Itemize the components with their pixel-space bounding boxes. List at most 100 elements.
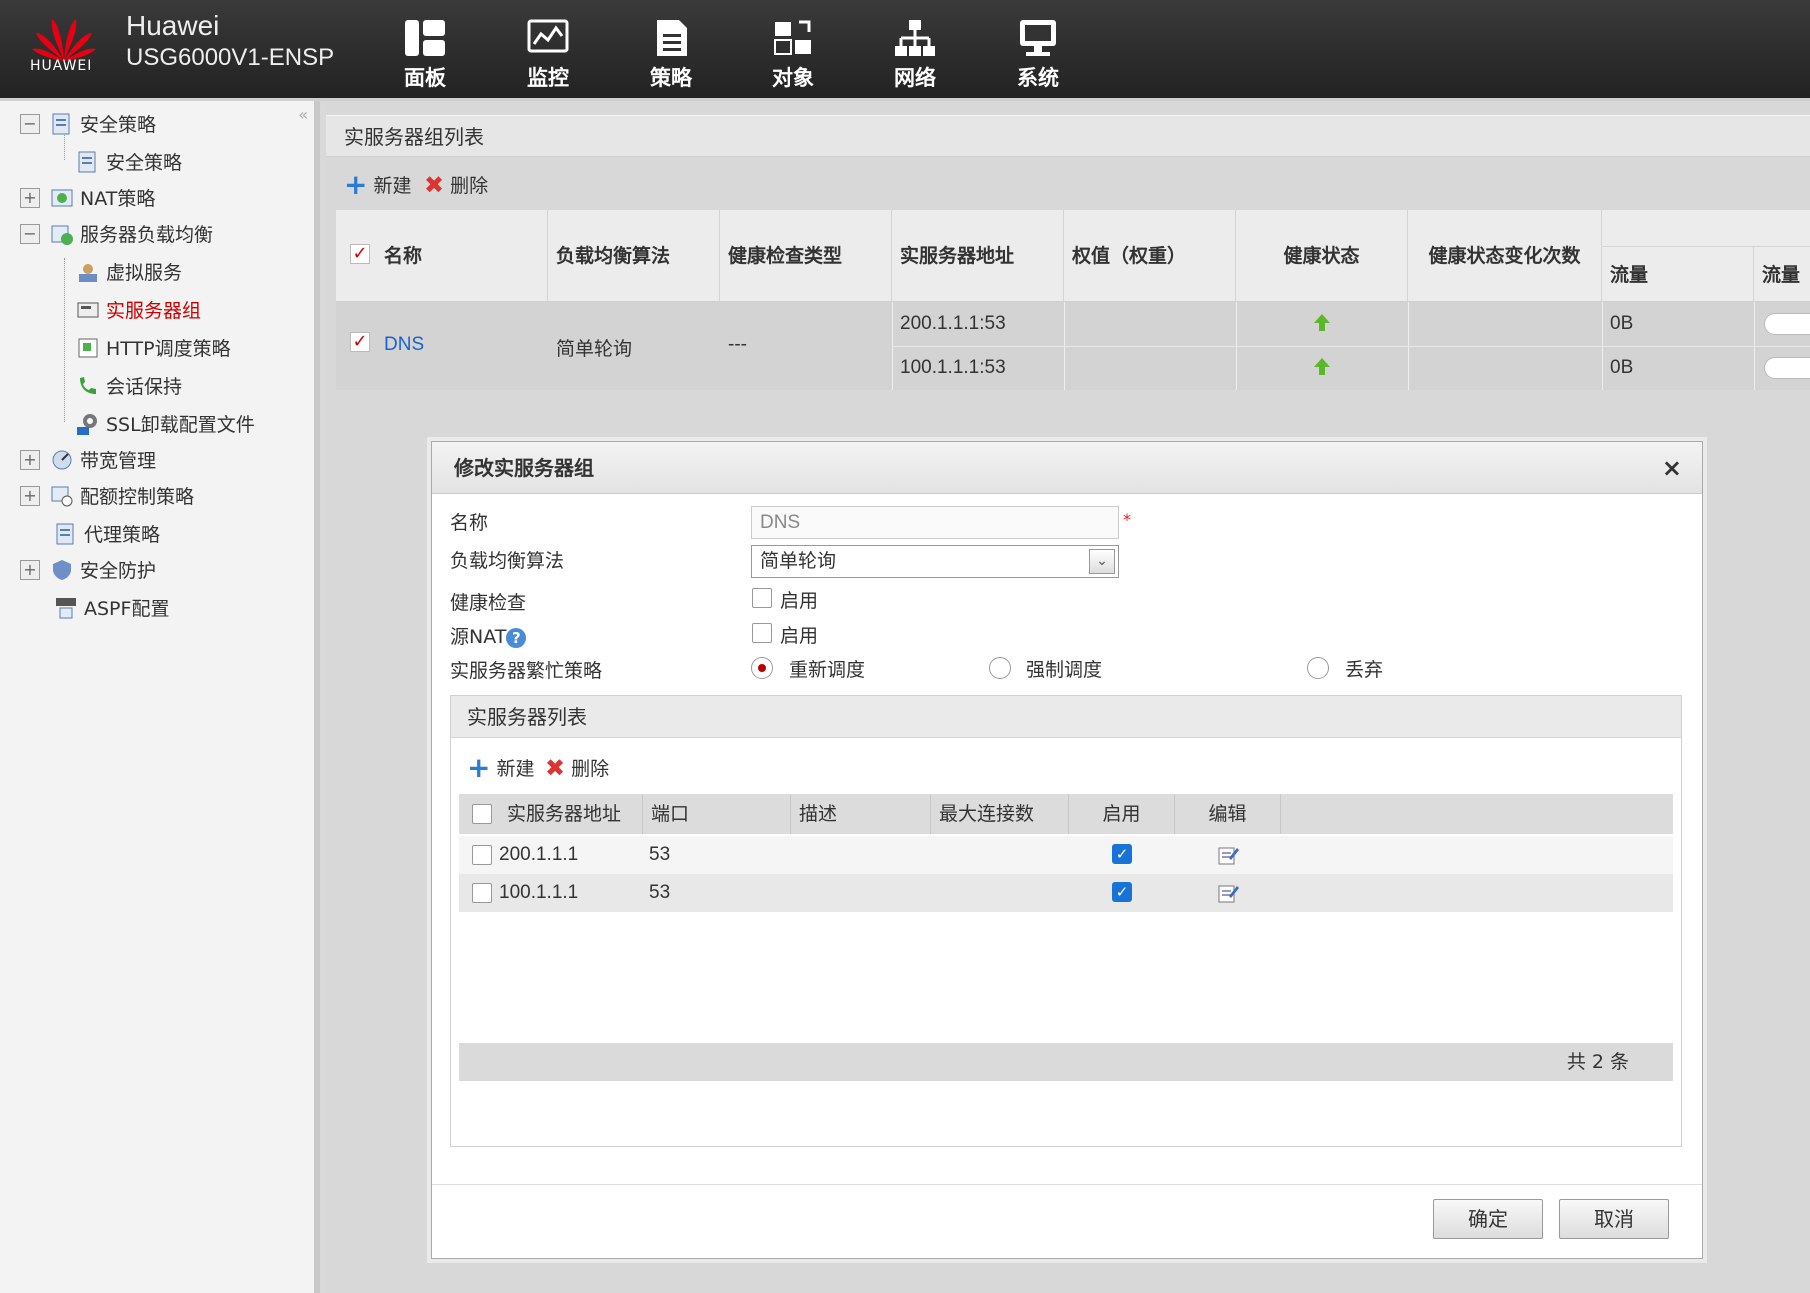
enabled-checkbox[interactable]: ✓ [1112,844,1132,864]
sub-panel-title: 实服务器列表 [451,696,1681,738]
group-name-link[interactable]: DNS [384,334,424,356]
algorithm-select[interactable]: 简单轮询 ⌄ [751,545,1119,578]
traffic-toggle[interactable] [1764,357,1810,379]
row-checkbox[interactable]: ✓ [350,332,370,352]
column-header[interactable]: 启用 [1069,794,1175,834]
row-checkbox[interactable] [472,845,492,865]
sidebar-item-security-policy-group[interactable]: − 安全策略 [20,110,156,137]
help-icon[interactable]: ? [506,627,527,648]
expand-icon[interactable]: + [20,559,40,580]
nav-object[interactable]: 对象 [743,18,843,92]
collapse-icon[interactable]: − [20,113,40,134]
cancel-button[interactable]: 取消 [1559,1199,1669,1239]
busy-radio-reschedule[interactable] [751,657,773,679]
sidebar-item-real-server-group[interactable]: 实服务器组 [76,296,201,323]
edit-icon[interactable] [1217,844,1239,866]
busy-radio-force[interactable] [989,657,1011,679]
name-field[interactable]: DNS [751,506,1119,539]
sidebar-item-aspf[interactable]: ASPF配置 [54,594,169,621]
sidebar-item-security-policy[interactable]: 安全策略 [76,148,182,175]
column-header[interactable]: 描述 [791,794,931,834]
sidebar-item-label: SSL卸载配置文件 [106,414,255,436]
ok-button[interactable]: 确定 [1433,1199,1543,1239]
column-header[interactable]: 健康检查类型 [720,210,892,302]
traffic-cell: 0B [1610,313,1634,334]
sidebar-item-security-protection[interactable]: + 安全防护 [20,556,156,583]
snat-checkbox[interactable] [752,623,772,643]
collapse-sidebar-icon[interactable]: « [298,105,308,124]
column-header[interactable]: 权值（权重） [1064,210,1236,302]
record-count: 共 2 条 [459,1043,1673,1081]
sidebar-item-proxy-policy[interactable]: 代理策略 [54,520,160,547]
expand-icon[interactable]: + [20,485,40,506]
nav-network[interactable]: 网络 [865,18,965,92]
nav-label: 网络 [894,66,936,90]
aspf-icon [56,597,76,618]
collapse-icon[interactable]: − [20,223,40,244]
sidebar-item-bandwidth[interactable]: + 带宽管理 [20,446,156,473]
busy-option-label: 强制调度 [1026,659,1103,681]
health-check-label: 健康检查 [450,592,527,614]
sidebar-item-session-persistence[interactable]: 会话保持 [76,372,182,399]
policy-icon [657,20,687,56]
tree-connector [64,258,65,422]
column-header[interactable]: 最大连接数 [931,794,1069,834]
quota-icon [51,486,73,506]
column-header[interactable]: 编辑 [1175,794,1281,834]
snat-label: 源NAT? [450,622,527,649]
sidebar-item-label: 带宽管理 [80,450,157,472]
column-header[interactable]: 流量 [1754,246,1810,302]
server-address-cell: 200.1.1.1:53 [900,313,1006,334]
http-policy-icon [78,338,98,357]
dialog-footer-divider [432,1184,1702,1185]
column-header[interactable]: 实服务器地址 [499,794,643,834]
row-checkbox[interactable] [472,883,492,903]
table-row[interactable]: 100.1.1.1 53 ✓ [459,874,1673,912]
select-all-checkbox[interactable]: ✓ [350,244,370,264]
delete-server-button[interactable]: ✖ 删除 [545,754,609,781]
table-row[interactable]: 200.1.1.1 53 ✓ [459,836,1673,874]
session-persistence-icon [80,376,96,394]
column-header[interactable]: 健康状态变化次数 [1408,210,1602,302]
sidebar-item-ssl-offload[interactable]: SSL卸载配置文件 [76,410,255,437]
nav-dashboard[interactable]: 面板 [375,18,475,92]
delete-icon: ✖ [424,170,445,199]
new-button[interactable]: + 新建 [344,170,411,198]
chevron-down-icon[interactable]: ⌄ [1089,549,1115,574]
close-icon[interactable]: × [1662,454,1682,482]
column-header[interactable]: 端口 [643,794,791,834]
sidebar-item-virtual-service[interactable]: 虚拟服务 [76,258,182,285]
edit-icon[interactable] [1217,882,1239,904]
sidebar-item-slb-group[interactable]: − 服务器负载均衡 [20,220,213,247]
plus-icon: + [467,750,491,784]
sidebar-item-quota[interactable]: + 配额控制策略 [20,482,194,509]
column-header[interactable]: 实服务器地址 [892,210,1064,302]
column-header[interactable]: 负载均衡算法 [548,210,720,302]
column-header[interactable]: 流量 [1602,246,1754,302]
traffic-toggle[interactable] [1764,313,1810,335]
add-server-button[interactable]: + 新建 [467,750,534,784]
system-icon [1020,20,1056,56]
sidebar-item-label: 配额控制策略 [80,486,195,508]
health-check-checkbox[interactable] [752,588,772,608]
server-address-link[interactable]: 100.1.1.1 [499,874,578,912]
enabled-checkbox[interactable]: ✓ [1112,882,1132,902]
select-all-checkbox[interactable] [472,804,492,824]
nav-system[interactable]: 系统 [988,18,1088,92]
shield-icon [53,559,71,580]
sidebar-item-label: 实服务器组 [106,300,202,322]
expand-icon[interactable]: + [20,187,40,208]
column-header[interactable]: 健康状态 [1236,210,1408,302]
column-header[interactable]: 名称 [376,210,548,302]
delete-button[interactable]: ✖ 删除 [424,171,488,198]
busy-radio-discard[interactable] [1307,657,1329,679]
nav-monitor[interactable]: 监控 [498,18,598,92]
table-row[interactable]: ✓ DNS 简单轮询 --- 200.1.1.1:53 100.1.1.1:53… [336,302,1810,390]
expand-icon[interactable]: + [20,449,40,470]
brand-name: Huawei [126,10,220,41]
sidebar-item-http-policy[interactable]: HTTP调度策略 [76,334,231,361]
sidebar-item-nat-policy[interactable]: + NAT策略 [20,184,155,211]
nav-policy[interactable]: 策略 [621,18,721,92]
server-address-link[interactable]: 200.1.1.1 [499,836,578,874]
nat-policy-icon [51,189,73,206]
